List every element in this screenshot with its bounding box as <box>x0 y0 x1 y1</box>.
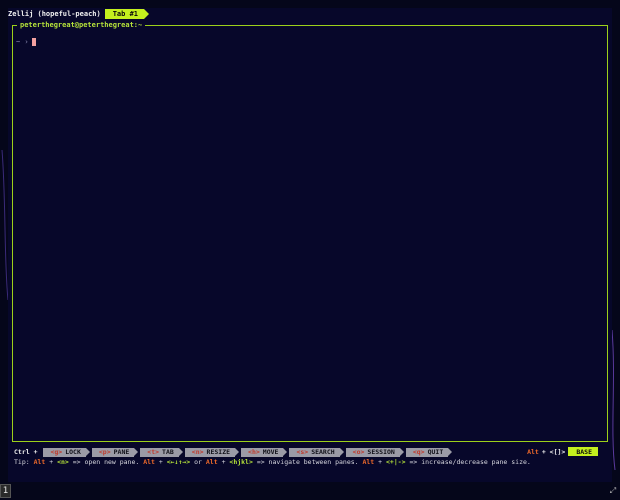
base-mode-badge: BASE <box>568 447 598 456</box>
tab-mode-key[interactable]: <t> TAB <box>140 447 183 457</box>
key-label: QUIT <box>427 448 444 456</box>
search-mode-key[interactable]: <s> SEARCH <box>289 447 344 457</box>
tip-alt: Alt <box>33 458 46 466</box>
workspace-indicator[interactable]: 1 <box>0 484 11 498</box>
tip-plus: + <box>49 458 54 466</box>
key-label: RESIZE <box>206 448 231 456</box>
quit-key[interactable]: <q> QUIT <box>405 447 453 457</box>
tip-key: <hjkl> <box>229 458 253 466</box>
key-hint: <n> <box>191 448 204 456</box>
text-cursor <box>31 38 36 46</box>
tip-alt: Alt <box>143 458 155 466</box>
mode-indicator: Alt + <[]> BASE <box>527 447 598 456</box>
move-mode-key[interactable]: <h> MOVE <box>241 447 288 457</box>
tip-key: <+|-> <box>386 458 406 466</box>
key-hint: <o> <box>352 448 365 456</box>
pane-title: peterthegreat@peterthegreat:~ <box>17 21 146 30</box>
session-name: Zellij (hopeful-peach) <box>8 10 101 18</box>
tip-or: or <box>194 458 202 466</box>
tip-plus: + <box>158 458 163 466</box>
tip-text: => navigate between panes. <box>256 458 359 466</box>
key-hint: <h> <box>248 448 260 456</box>
tip-text: => open new pane. <box>72 458 140 466</box>
tip-prefix: Tip: <box>14 458 30 466</box>
tip-key: <←↓↑→> <box>166 458 191 466</box>
key-label: TAB <box>162 448 174 456</box>
key-hint: <g> <box>50 448 63 456</box>
pane-mode-key[interactable]: <p> PANE <box>91 447 139 457</box>
tip-alt: Alt <box>205 458 218 466</box>
resize-mode-key[interactable]: <n> RESIZE <box>184 447 240 457</box>
resize-icon[interactable]: ⤢ <box>608 486 618 496</box>
tip-plus: + <box>378 458 383 466</box>
session-mode-key[interactable]: <o> SESSION <box>345 447 404 457</box>
zellij-status-bar: Ctrl + <g> LOCK <p> PANE <t> TAB <n> RESIZE … <box>14 447 606 457</box>
tip-line: Tip: Alt + <n> => open new pane. Alt + <… <box>14 458 531 467</box>
terminal-pane[interactable]: peterthegreat@peterthegreat:~ ~ › <box>12 21 608 442</box>
tip-text: => increase/decrease pane size. <box>409 458 531 466</box>
key-hint: <q> <box>412 448 425 456</box>
key-label: LOCK <box>65 448 81 456</box>
key-hint: <t> <box>147 448 160 456</box>
shell-prompt[interactable]: ~ › <box>16 38 36 46</box>
ctrl-modifier: Ctrl + <box>14 448 38 456</box>
key-label: SEARCH <box>311 448 335 456</box>
tip-plus: + <box>221 458 226 466</box>
key-label: SESSION <box>367 448 395 456</box>
key-label: PANE <box>113 448 130 456</box>
lock-mode-key[interactable]: <g> LOCK <box>43 447 91 457</box>
swap-layout-hint: + <[]> <box>541 447 566 456</box>
key-label: MOVE <box>262 448 279 456</box>
key-hint: <s> <box>296 448 309 456</box>
tip-key: <n> <box>57 458 69 466</box>
tip-alt: Alt <box>362 458 375 466</box>
prompt-symbol: ~ › <box>16 38 29 46</box>
alt-modifier: Alt <box>527 447 539 456</box>
key-hint: <p> <box>98 448 111 456</box>
tab-1[interactable]: Tab #1 <box>104 9 150 19</box>
zellij-tab-bar: Zellij (hopeful-peach) Tab #1 <box>8 9 150 19</box>
